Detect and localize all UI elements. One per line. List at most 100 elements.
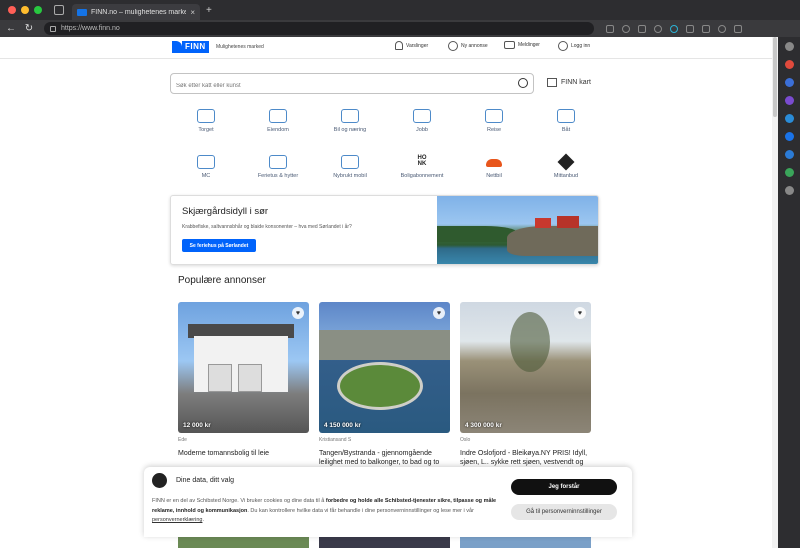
ad-card[interactable]: ♥ 4 300 000 kr Oslo Indre Oslofjord - Bl… xyxy=(460,302,591,467)
favorite-icon[interactable] xyxy=(654,24,662,33)
ad-image: ♥ 4 150 000 kr xyxy=(319,302,450,433)
menu-icon[interactable] xyxy=(734,24,742,33)
nav-varslinger[interactable]: Varslinger xyxy=(395,41,428,50)
search-icon[interactable] xyxy=(784,42,794,51)
close-window-button[interactable] xyxy=(8,6,16,14)
address-toolbar: ← ↻ https://www.finn.no xyxy=(0,20,800,37)
popular-heading: Populære annonser xyxy=(178,275,266,286)
tools-icon[interactable] xyxy=(784,78,794,87)
ad-image: ♥ 4 300 000 kr xyxy=(460,302,591,433)
mittanbud-logo-icon xyxy=(557,153,575,171)
ad-price: 4 300 000 kr xyxy=(465,422,502,429)
search-icon[interactable] xyxy=(518,78,528,88)
toolbar-icons xyxy=(606,24,742,33)
category-mc[interactable]: MC xyxy=(170,155,242,191)
category-label: Nybrukt mobil xyxy=(333,173,367,179)
category-label: Bil og næring xyxy=(333,127,367,133)
reload-icon[interactable]: ↻ xyxy=(22,23,36,34)
heart-icon[interactable]: ♥ xyxy=(574,307,586,319)
finn-kart-link[interactable]: FINN kart xyxy=(547,78,591,87)
house-icon xyxy=(269,109,287,123)
cookie-text: FINN er en del av Schibsted Norge. Vi br… xyxy=(152,497,504,526)
tree-icon[interactable] xyxy=(784,168,794,177)
collections-icon[interactable] xyxy=(686,24,694,33)
category-nybrukt-mobil[interactable]: Nybrukt mobil xyxy=(314,155,386,191)
promo-title: Skjærgårdsidyll i sør xyxy=(182,206,269,217)
ad-image-next-row[interactable] xyxy=(460,537,591,548)
cookie-text-mid: . Du kan kontrollere hvilke data vi får … xyxy=(247,507,474,514)
close-tab-icon[interactable]: × xyxy=(190,8,195,17)
category-torget[interactable]: Torget xyxy=(170,109,242,145)
ad-card[interactable]: ♥ 4 150 000 kr Kristiansand S Tangen/Bys… xyxy=(319,302,450,467)
ad-location: Ede xyxy=(178,437,187,443)
category-reise[interactable]: Reise xyxy=(458,109,530,145)
briefcase-icon xyxy=(413,109,431,123)
office-icon[interactable] xyxy=(784,114,794,123)
category-mittanbud[interactable]: Mittanbud xyxy=(530,153,602,191)
category-grid: Torget Eiendom Bil og næring Jobb Reise … xyxy=(170,109,602,191)
privacy-link[interactable]: personvernerklæring xyxy=(152,517,202,523)
finn-logo[interactable]: FINN xyxy=(172,41,210,53)
nav-logg-inn[interactable]: Logg inn xyxy=(558,41,590,51)
category-bil[interactable]: Bil og næring xyxy=(314,109,386,145)
category-boligabonnement[interactable]: HO NK Boligabonnement xyxy=(386,155,458,191)
browser-tab[interactable]: FINN.no – mulighetenes marke × xyxy=(72,4,200,20)
category-bat[interactable]: Båt xyxy=(530,109,602,145)
finn-kart-label: FINN kart xyxy=(561,79,591,86)
maximize-window-button[interactable] xyxy=(34,6,42,14)
address-bar[interactable]: https://www.finn.no xyxy=(44,22,594,35)
category-nettbil[interactable]: Nettbil xyxy=(458,155,530,191)
category-jobb[interactable]: Jobb xyxy=(386,109,458,145)
category-eiendom[interactable]: Eiendom xyxy=(242,109,314,145)
cabin-icon xyxy=(269,155,287,169)
promo-house xyxy=(557,216,579,228)
heart-icon[interactable]: ♥ xyxy=(292,307,304,319)
tab-title: FINN.no – mulighetenes marke xyxy=(91,8,187,16)
category-label: Jobb xyxy=(416,127,428,133)
nav-ny-annonse[interactable]: Ny annonse xyxy=(448,41,488,51)
site-header: FINN Mulighetenes marked Varslinger Ny a… xyxy=(0,37,772,59)
extension-icon[interactable] xyxy=(670,24,678,33)
page-content: FINN Mulighetenes marked Varslinger Ny a… xyxy=(0,37,772,548)
promo-button[interactable]: Se feriehus på Sørlandet xyxy=(182,239,256,252)
ad-title: Tangen/Bystranda - gjennomgående leiligh… xyxy=(319,450,440,466)
shopping-icon[interactable] xyxy=(784,60,794,69)
reader-icon[interactable] xyxy=(606,24,614,33)
cookie-text-end: . xyxy=(202,517,204,523)
back-icon[interactable]: ← xyxy=(4,23,18,34)
accept-cookies-button[interactable]: Jeg forstår xyxy=(511,479,617,495)
ad-card[interactable]: ♥ 12 000 kr Ede Moderne tomannsbolig til… xyxy=(178,302,309,458)
ad-image-next-row[interactable] xyxy=(178,537,309,548)
category-feriehus[interactable]: Ferietus & hytter xyxy=(242,155,314,191)
profile-icon[interactable] xyxy=(718,24,726,33)
schibsted-logo-icon xyxy=(152,473,167,488)
nav-meldinger[interactable]: Meldinger xyxy=(504,41,540,49)
split-screen-icon[interactable] xyxy=(638,24,646,33)
user-icon xyxy=(558,41,568,51)
add-icon[interactable] xyxy=(784,186,794,195)
lock-icon xyxy=(50,25,56,32)
ad-image: ♥ 12 000 kr xyxy=(178,302,309,433)
privacy-settings-button[interactable]: Gå til personverninnstillinger xyxy=(511,504,617,520)
scrollbar-thumb[interactable] xyxy=(773,37,777,117)
town-area xyxy=(319,330,450,360)
bell-icon xyxy=(395,41,403,50)
boat-icon xyxy=(557,109,575,123)
circular-pier xyxy=(337,362,423,410)
tab-actions-icon[interactable] xyxy=(54,5,64,15)
new-tab-icon[interactable]: + xyxy=(206,5,212,16)
games-icon[interactable] xyxy=(784,96,794,105)
tab-bar: FINN.no – mulighetenes marke × + xyxy=(0,0,800,20)
phone-icon xyxy=(341,155,359,169)
tabs-icon[interactable] xyxy=(702,24,710,33)
drop-icon[interactable] xyxy=(784,150,794,159)
sofa-icon xyxy=(197,109,215,123)
cookie-consent-banner: Dine data, ditt valg FINN er en del av S… xyxy=(144,467,632,537)
search-input[interactable] xyxy=(171,76,501,96)
ad-image-next-row[interactable] xyxy=(319,537,450,548)
minimize-window-button[interactable] xyxy=(21,6,29,14)
promo-banner[interactable]: Skjærgårdsidyll i sør Krabbefiske, saltv… xyxy=(170,195,599,265)
heart-icon[interactable]: ♥ xyxy=(433,307,445,319)
translate-icon[interactable] xyxy=(622,24,630,33)
outlook-icon[interactable] xyxy=(784,132,794,141)
